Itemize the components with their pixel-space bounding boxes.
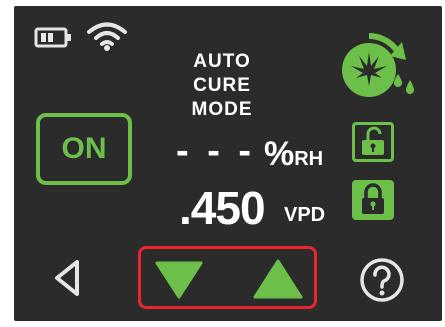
back-triangle-icon bbox=[55, 260, 79, 296]
lock-icon bbox=[362, 183, 384, 214]
humidity-unlock-button[interactable] bbox=[352, 122, 394, 162]
wifi-icon bbox=[86, 20, 128, 57]
down-arrow-icon bbox=[155, 261, 203, 299]
mode-title: AUTO CURE MODE bbox=[162, 50, 282, 122]
help-icon bbox=[360, 258, 404, 302]
leaf-refresh-icon[interactable] bbox=[332, 26, 422, 111]
unlock-icon bbox=[362, 126, 384, 155]
humidity-unit: %RH bbox=[264, 137, 323, 176]
humidity-unit-percent: % bbox=[264, 135, 295, 173]
up-button[interactable] bbox=[253, 257, 303, 306]
battery-icon bbox=[34, 26, 74, 55]
up-arrow-icon bbox=[253, 259, 303, 299]
mode-title-line1: AUTO CURE bbox=[193, 51, 251, 96]
down-button[interactable] bbox=[155, 259, 203, 306]
mode-title-line2: MODE bbox=[191, 99, 253, 120]
device-screen: AUTO CURE MODE ON - - - %RH .450 VPD bbox=[14, 6, 442, 321]
power-toggle-button[interactable]: ON bbox=[36, 113, 132, 185]
back-button[interactable] bbox=[52, 258, 82, 303]
adjust-arrow-group bbox=[138, 246, 317, 309]
power-toggle-label: ON bbox=[61, 132, 107, 165]
humidity-unit-rh: RH bbox=[294, 148, 324, 170]
vpd-lock-button[interactable] bbox=[352, 180, 394, 220]
help-button[interactable] bbox=[358, 256, 406, 309]
humidity-value: - - - bbox=[176, 130, 256, 172]
vpd-value: .450 bbox=[179, 182, 266, 234]
vpd-unit: VPD bbox=[284, 204, 326, 226]
